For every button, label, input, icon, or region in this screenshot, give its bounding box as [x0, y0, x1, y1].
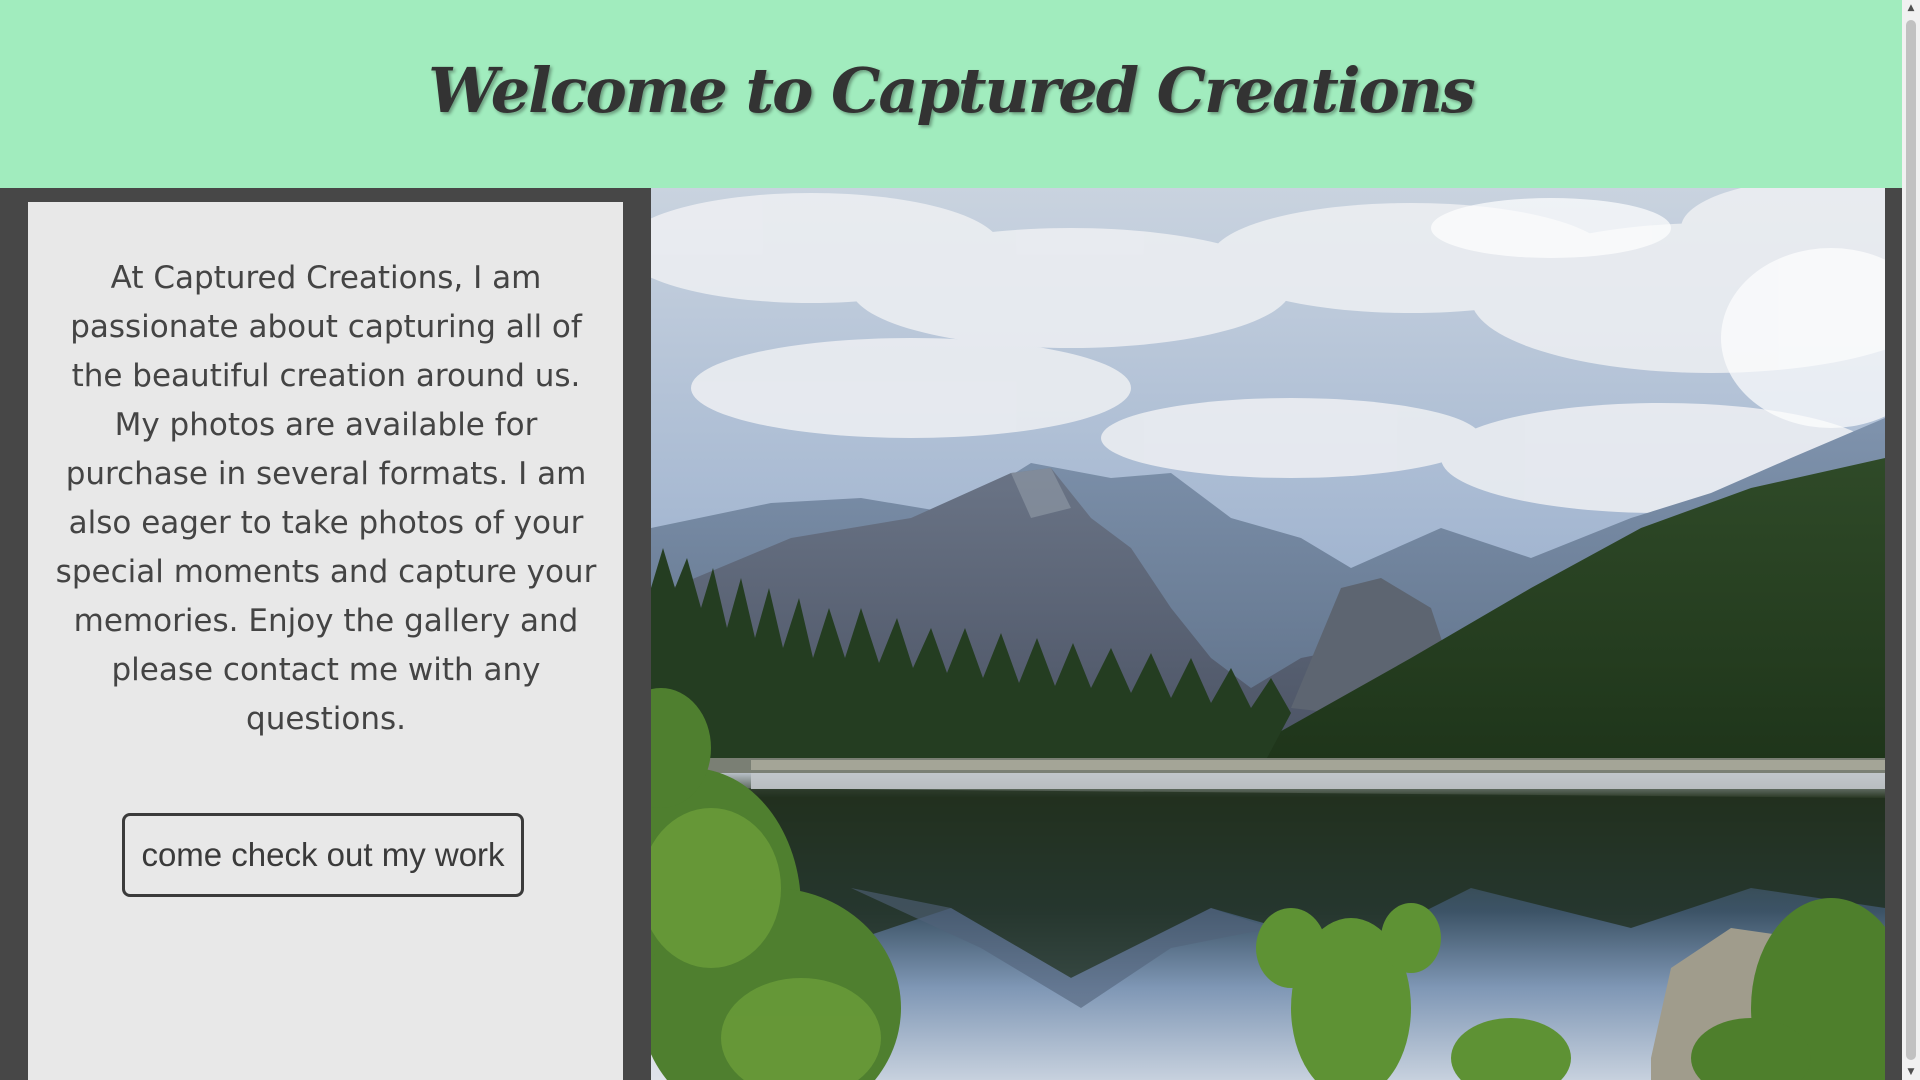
page-title: Welcome to Captured Creations: [428, 53, 1476, 127]
check-out-work-button[interactable]: come check out my work: [122, 813, 524, 897]
scroll-up-icon[interactable]: ▲: [1902, 0, 1920, 16]
page: Welcome to Captured Creations At Capture…: [0, 0, 1920, 1080]
landscape-photo-icon: [651, 188, 1885, 1080]
scrollbar-thumb[interactable]: [1906, 20, 1916, 1060]
scroll-down-icon[interactable]: ▼: [1902, 1064, 1920, 1080]
hero-landscape-image: [651, 188, 1885, 1080]
intro-text: At Captured Creations, I am passionate a…: [55, 260, 597, 737]
main-content: At Captured Creations, I am passionate a…: [0, 188, 1902, 1080]
intro-card: At Captured Creations, I am passionate a…: [28, 202, 623, 1080]
vertical-scrollbar[interactable]: ▲ ▼: [1902, 0, 1920, 1080]
site-header: Welcome to Captured Creations: [0, 0, 1902, 188]
